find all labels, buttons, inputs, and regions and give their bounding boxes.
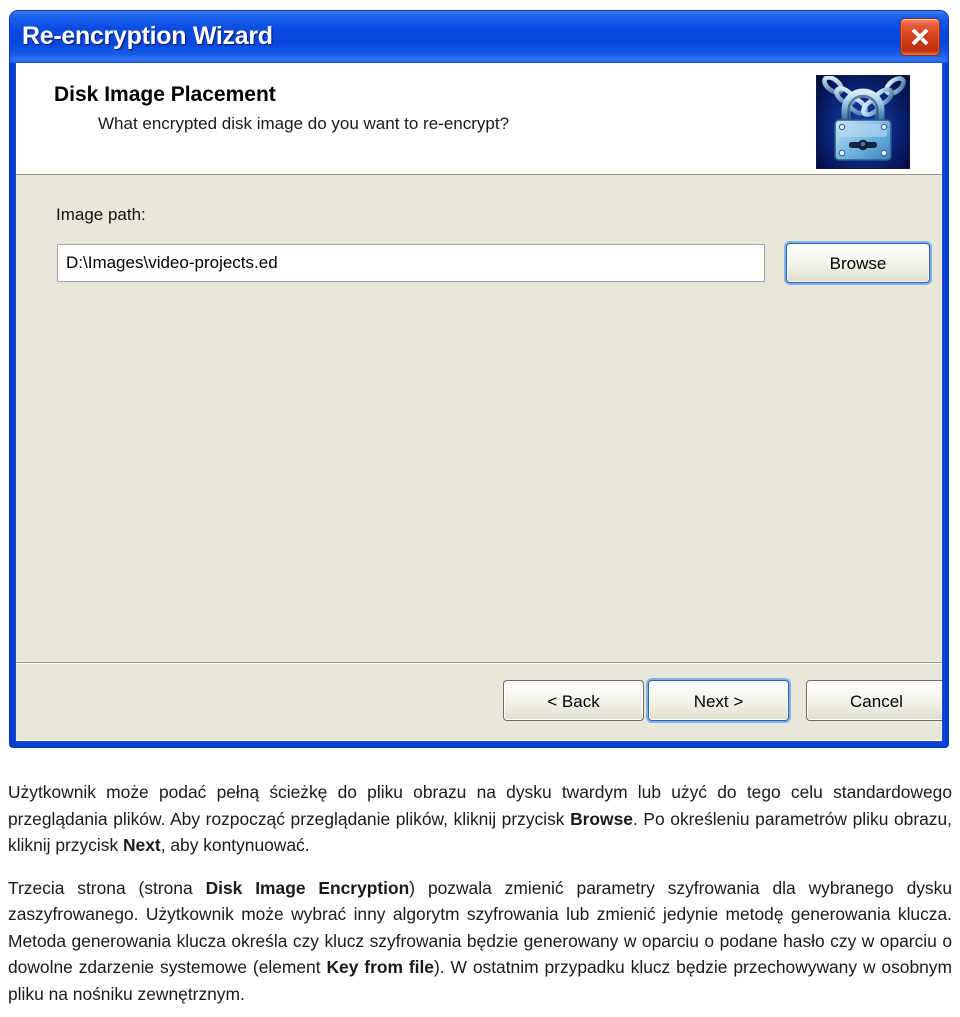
document-body-text: Użytkownik może podać pełną ścieżkę do p… (8, 779, 952, 1007)
page-title: Disk Image Placement (54, 83, 276, 106)
wizard-body-pane: Image path: Browse (16, 175, 942, 663)
close-icon (901, 19, 939, 55)
wizard-client-area: Disk Image Placement What encrypted disk… (15, 63, 943, 742)
window-title: Re-encryption Wizard (22, 22, 273, 50)
page-subtitle: What encrypted disk image do you want to… (98, 114, 510, 133)
p2-bold-disk-image-encryption: Disk Image Encryption (205, 877, 410, 898)
re-encryption-wizard-window: Re-encryption Wizard Disk Image Placemen… (10, 11, 948, 747)
browse-button[interactable]: Browse (786, 243, 930, 283)
paragraph-1: Użytkownik może podać pełną ścieżkę do p… (8, 779, 952, 859)
image-path-input[interactable] (57, 244, 765, 282)
p1-text-3: , aby kontynuować. (160, 835, 310, 855)
paragraph-2: Trzecia strona (strona Disk Image Encryp… (8, 875, 952, 1008)
cancel-button[interactable]: Cancel (806, 680, 942, 721)
padlock-with-chain-icon (816, 75, 910, 169)
p1-bold-next: Next (122, 835, 161, 855)
window-titlebar: Re-encryption Wizard (10, 11, 948, 63)
close-button[interactable] (900, 18, 940, 56)
next-button[interactable]: Next > (648, 680, 789, 721)
back-button[interactable]: < Back (503, 680, 644, 721)
image-path-label: Image path: (56, 205, 146, 224)
p2-bold-key-from-file: Key from file (326, 957, 434, 977)
p2-text-1: Trzecia strona (strona (8, 877, 206, 898)
wizard-header-pane: Disk Image Placement What encrypted disk… (16, 63, 942, 175)
p1-bold-browse: Browse (570, 808, 633, 829)
wizard-footer-pane: < Back Next > Cancel (16, 663, 942, 740)
